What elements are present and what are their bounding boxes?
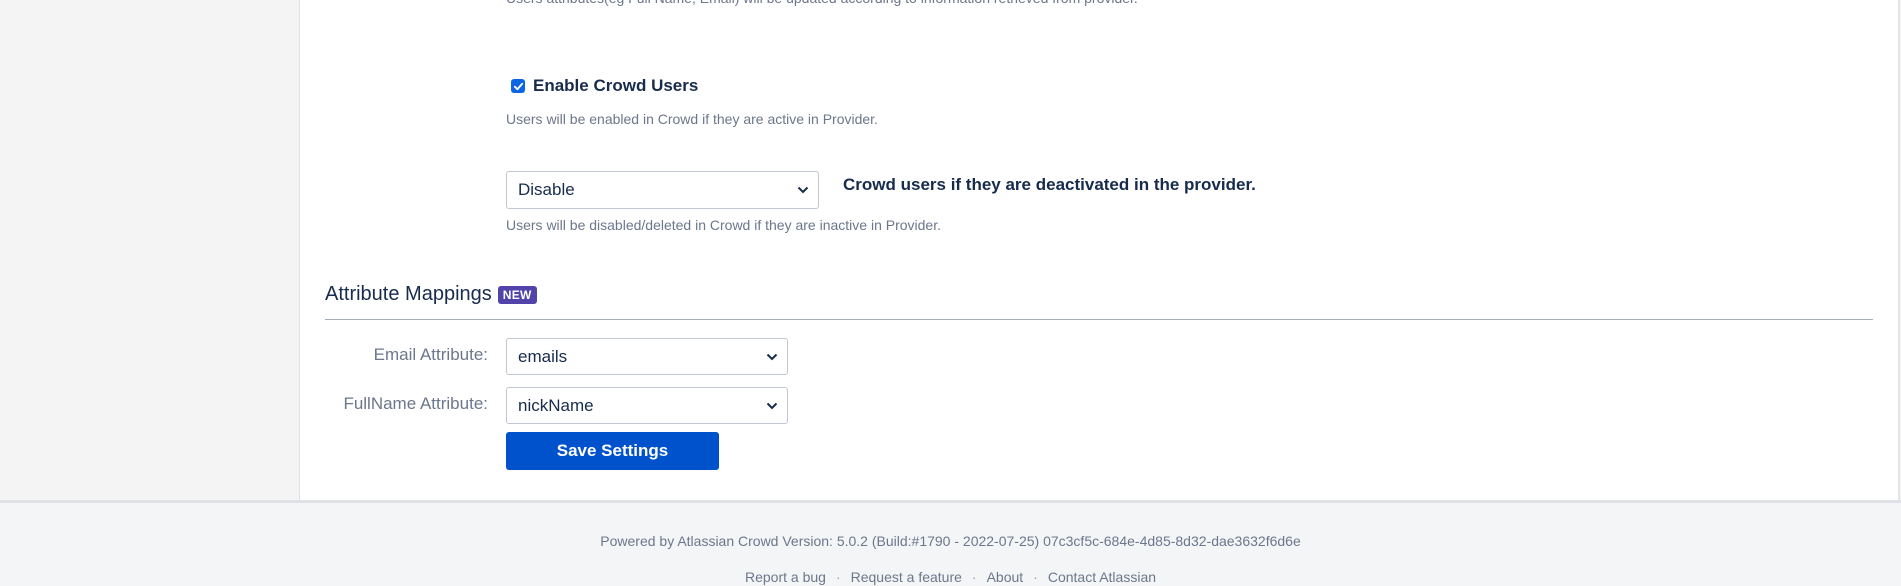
report-bug-link[interactable]: Report a bug	[745, 569, 826, 585]
fullname-attribute-label: FullName Attribute:	[343, 394, 488, 413]
separator: ·	[971, 569, 977, 585]
enable-users-label: Enable Crowd Users	[533, 76, 699, 95]
email-attribute-value: emails	[518, 346, 568, 366]
enable-users-checkbox[interactable]	[511, 79, 525, 93]
separator: ·	[1033, 569, 1038, 585]
deactivation-description: Users will be disabled/deleted in Crowd …	[506, 217, 941, 233]
email-attribute-label: Email Attribute:	[373, 345, 488, 364]
attribute-mappings-heading: Attribute Mappings NEW	[325, 283, 537, 306]
about-link[interactable]: About	[987, 569, 1024, 585]
email-attribute-select[interactable]: emails	[506, 338, 788, 375]
sidebar	[0, 0, 300, 501]
deactivation-action-value: Disable	[518, 180, 575, 199]
chevron-down-icon	[766, 353, 778, 360]
new-badge: NEW	[497, 285, 537, 304]
chevron-down-icon	[766, 402, 778, 409]
enable-users-description: Users will be enabled in Crowd if they a…	[506, 111, 878, 127]
fullname-attribute-value: nickName	[518, 395, 594, 415]
check-icon	[513, 82, 523, 90]
request-feature-link[interactable]: Request a feature	[851, 569, 962, 585]
footer: Powered by Atlassian Crowd Version: 5.0.…	[0, 503, 1901, 586]
separator: ·	[835, 569, 841, 585]
attribute-update-description: Users attributes(eg Full Name, Email) wi…	[506, 0, 1138, 6]
save-settings-button[interactable]: Save Settings	[506, 432, 719, 470]
deactivation-action-select[interactable]: Disable	[506, 171, 819, 209]
fullname-attribute-select[interactable]: nickName	[506, 387, 788, 424]
chevron-down-icon	[797, 186, 809, 194]
deactivation-label: Crowd users if they are deactivated in t…	[843, 175, 1256, 194]
contact-atlassian-link[interactable]: Contact Atlassian	[1048, 569, 1156, 585]
attribute-mappings-title: Attribute Mappings	[325, 283, 492, 305]
enable-users-row: Enable Crowd Users	[511, 76, 698, 96]
footer-links: Report a bug · Request a feature · About…	[0, 569, 1901, 585]
powered-by-text: Powered by Atlassian Crowd Version: 5.0.…	[600, 533, 1301, 549]
section-divider	[325, 319, 1873, 320]
